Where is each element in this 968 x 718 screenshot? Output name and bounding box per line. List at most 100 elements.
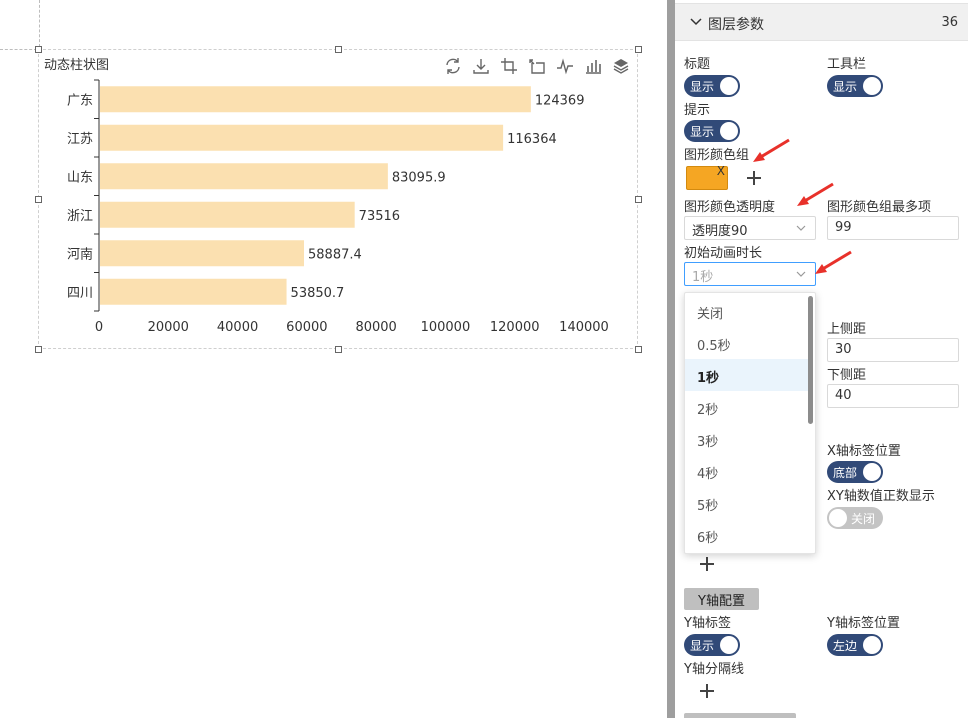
y-axis-config-button[interactable]: Y轴配置 — [684, 588, 759, 610]
bar — [100, 201, 355, 228]
bar — [100, 240, 305, 267]
dropdown-option[interactable]: 关闭 — [685, 295, 809, 327]
restore-icon[interactable] — [443, 56, 463, 76]
tooltip-toggle-text: 显示 — [690, 125, 715, 139]
resize-handle-top-left[interactable] — [35, 46, 42, 53]
bar-chart: 广东 124369 江苏 116364 山东 83095.9 浙江 73516 河南 58887.… — [67, 79, 609, 335]
dropdown-option[interactable]: 6秒 — [685, 519, 809, 551]
dropdown-option[interactable]: 1秒 — [685, 359, 809, 391]
guide-line-horizontal — [0, 49, 37, 50]
x-tick-label: 140000 — [559, 320, 609, 335]
bar — [100, 124, 504, 151]
panel-splitter[interactable] — [667, 0, 675, 718]
layer-params-panel: 图层参数 36 标题 显示 工具栏 显示 提示 显示 图形颜色组 X 图形颜色透… — [675, 0, 968, 718]
chart-toolbox — [443, 56, 631, 76]
data-label: 116364 — [507, 132, 557, 147]
xy-integer-toggle-text: 关闭 — [851, 512, 876, 526]
add-split-icon[interactable] — [700, 684, 714, 698]
dropdown-option[interactable]: 3秒 — [685, 423, 809, 455]
x-tick-label: 80000 — [355, 320, 396, 335]
dropdown-scrollbar[interactable] — [808, 296, 813, 424]
toggle-knob — [829, 509, 847, 527]
xy-integer-label: XY轴数值正数显示 — [827, 489, 935, 504]
add-color-icon[interactable] — [747, 171, 761, 185]
y-tick-label: 浙江 — [67, 209, 93, 224]
toggle-knob — [863, 463, 881, 481]
resize-handle-bottom[interactable] — [335, 346, 342, 353]
toggle-knob — [863, 636, 881, 654]
x-label-pos-label: X轴标签位置 — [827, 444, 901, 459]
stack-icon[interactable] — [611, 56, 631, 76]
data-label: 58887.4 — [308, 247, 362, 262]
bottom-margin-input[interactable]: 40 — [827, 384, 959, 408]
x-tick-label: 20000 — [148, 320, 189, 335]
next-section-button[interactable] — [684, 713, 796, 718]
color-group-label: 图形颜色组 — [684, 148, 750, 163]
tooltip-toggle[interactable]: 显示 — [684, 120, 740, 142]
resize-handle-left[interactable] — [35, 196, 42, 203]
x-tick-label: 40000 — [217, 320, 258, 335]
anim-duration-select[interactable]: 1秒 — [684, 262, 816, 286]
chart-component[interactable]: 广东 124369 江苏 116364 山东 83095.9 浙江 73516 河南 58887.… — [35, 46, 642, 353]
resize-handle-top[interactable] — [335, 46, 342, 53]
add-item-icon[interactable] — [700, 557, 714, 571]
y-label-label: Y轴标签 — [684, 616, 731, 631]
y-label-toggle-text: 显示 — [690, 639, 715, 653]
dropdown-option[interactable]: 2秒 — [685, 391, 809, 423]
y-tick-label: 广东 — [67, 93, 93, 108]
dropdown-option[interactable]: 4秒 — [685, 455, 809, 487]
color-swatch[interactable]: X — [686, 164, 728, 190]
y-label-pos-toggle-text: 左边 — [833, 639, 858, 653]
anim-duration-value: 1秒 — [692, 270, 714, 285]
opacity-select-value: 透明度90 — [692, 224, 748, 239]
toggle-knob — [720, 122, 738, 140]
max-colors-input[interactable]: 99 — [827, 216, 959, 240]
line-chart-icon[interactable] — [555, 56, 575, 76]
title-label: 标题 — [684, 57, 711, 72]
dropdown-option[interactable]: 5秒 — [685, 487, 809, 519]
toggle-knob — [720, 77, 738, 95]
toggle-knob — [720, 636, 738, 654]
toolbar-toggle[interactable]: 显示 — [827, 75, 883, 97]
top-margin-input[interactable]: 30 — [827, 338, 959, 362]
data-label: 53850.7 — [291, 286, 345, 301]
y-split-label: Y轴分隔线 — [684, 662, 744, 677]
x-label-pos-toggle-text: 底部 — [833, 466, 858, 480]
y-tick-label: 江苏 — [67, 131, 93, 147]
chart-title: 动态柱状图 — [44, 58, 110, 73]
panel-title: 图层参数 — [708, 17, 764, 33]
annotation-arrow-icon — [797, 182, 834, 206]
y-label-pos-toggle[interactable]: 左边 — [827, 634, 883, 656]
resize-handle-bottom-left[interactable] — [35, 346, 42, 353]
dropdown-option[interactable]: 0.5秒 — [685, 327, 809, 359]
y-tick-label: 四川 — [67, 286, 93, 301]
x-tick-label: 100000 — [421, 320, 471, 335]
panel-header[interactable]: 图层参数 36 — [675, 3, 968, 41]
bar-chart-icon[interactable] — [583, 56, 603, 76]
design-canvas[interactable]: 广东 124369 江苏 116364 山东 83095.9 浙江 73516 河南 58887.… — [0, 0, 667, 718]
zoom-back-icon[interactable] — [527, 56, 547, 76]
resize-handle-right[interactable] — [635, 196, 642, 203]
crop-icon[interactable] — [499, 56, 519, 76]
tooltip-label: 提示 — [684, 103, 711, 118]
chevron-down-icon[interactable] — [689, 15, 703, 29]
xy-integer-toggle[interactable]: 关闭 — [827, 507, 883, 529]
panel-count: 36 — [941, 15, 958, 30]
guide-line-vertical — [39, 0, 40, 47]
resize-handle-top-right[interactable] — [635, 46, 642, 53]
y-label-pos-label: Y轴标签位置 — [827, 616, 900, 631]
top-margin-label: 上侧距 — [827, 322, 867, 337]
title-toggle[interactable]: 显示 — [684, 75, 740, 97]
resize-handle-bottom-right[interactable] — [635, 346, 642, 353]
anim-duration-label: 初始动画时长 — [684, 246, 763, 261]
x-label-pos-toggle[interactable]: 底部 — [827, 461, 883, 483]
download-icon[interactable] — [471, 56, 491, 76]
opacity-label: 图形颜色透明度 — [684, 200, 776, 215]
max-colors-label: 图形颜色组最多项 — [827, 200, 932, 215]
anim-duration-dropdown: 关闭 0.5秒 1秒 2秒 3秒 4秒 5秒 6秒 — [684, 292, 816, 554]
bottom-margin-value: 40 — [835, 388, 852, 403]
swatch-remove-icon[interactable]: X — [717, 164, 725, 178]
x-tick-label: 0 — [95, 320, 103, 335]
y-label-toggle[interactable]: 显示 — [684, 634, 740, 656]
opacity-select[interactable]: 透明度90 — [684, 216, 816, 240]
